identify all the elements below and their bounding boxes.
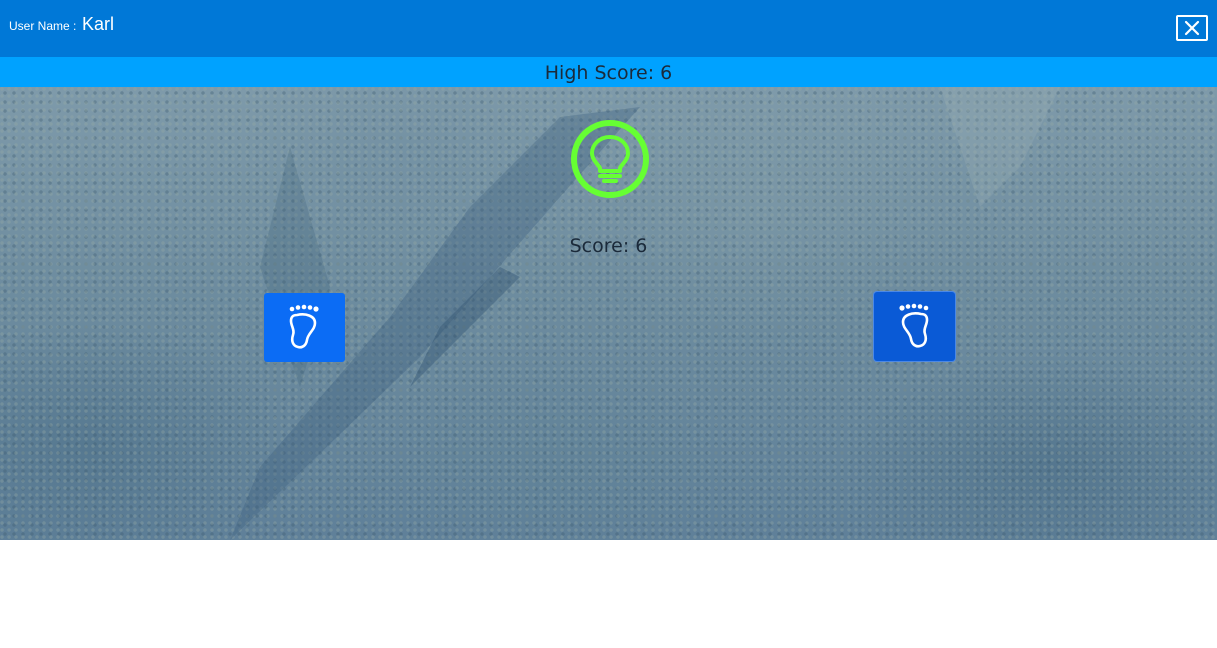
left-foot-button[interactable] (264, 293, 345, 362)
game-window: User Name : Karl High Score: 6 Score: 6 (0, 0, 1217, 648)
close-button[interactable] (1176, 15, 1208, 41)
footprint-icon (899, 303, 929, 348)
user-name-value: Karl (82, 14, 115, 34)
user-name-label: User Name : (9, 19, 77, 33)
close-icon (1184, 20, 1200, 36)
high-score-bar: High Score: 6 (0, 57, 1217, 87)
score-display: Score: 6 (0, 235, 1217, 257)
lightbulb-icon (571, 120, 649, 198)
title-bar: User Name : Karl (0, 0, 1217, 57)
lightbulb-indicator (569, 119, 651, 201)
high-score-text: High Score: 6 (544, 62, 673, 84)
footprint-icon (289, 304, 319, 349)
right-foot-button[interactable] (874, 292, 955, 361)
score-text: Score: 6 (569, 235, 648, 257)
